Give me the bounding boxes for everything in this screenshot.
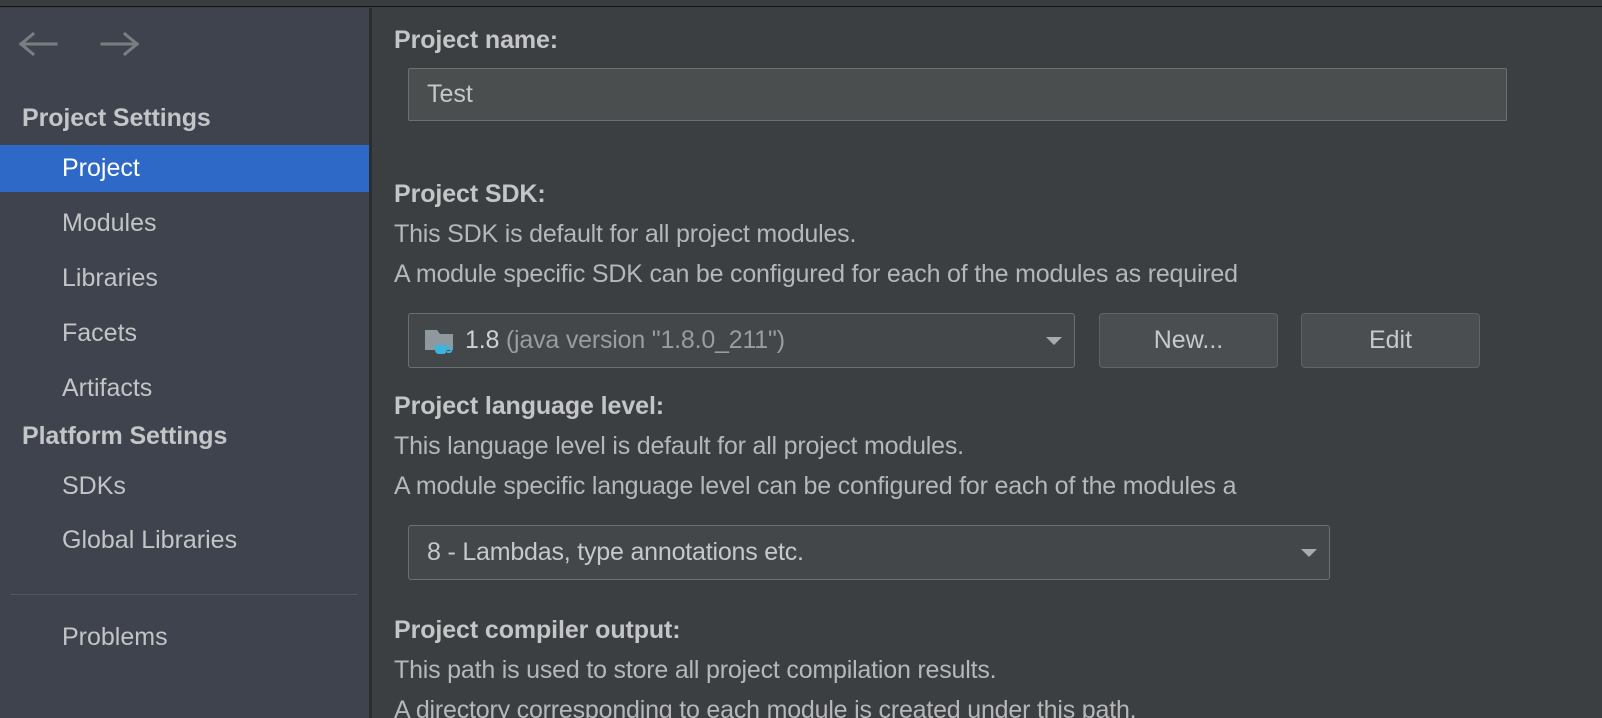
sidebar-item-project[interactable]: Project [0,145,369,192]
chevron-down-icon [1289,547,1329,559]
new-sdk-button[interactable]: New... [1099,313,1278,368]
project-sdk-description-line1: This SDK is default for all project modu… [394,220,857,248]
forward-button[interactable] [100,30,140,58]
sidebar-item-global-libraries[interactable]: Global Libraries [0,517,369,564]
compiler-output-description-line1: This path is used to store all project c… [394,656,997,684]
sidebar-item-label: Modules [62,209,157,237]
sidebar-item-label: Libraries [62,264,158,292]
window-top-chrome [0,0,1602,7]
arrow-right-icon [100,31,140,57]
sidebar-item-problems[interactable]: Problems [0,614,369,661]
settings-sidebar: Project Settings Project Modules Librari… [0,8,369,718]
sidebar-group-project-settings: Project Settings [22,104,211,132]
project-sdk-label: Project SDK: [394,180,546,208]
project-language-level-dropdown[interactable]: 8 - Lambdas, type annotations etc. [408,525,1330,580]
project-compiler-output-label: Project compiler output: [394,616,681,644]
project-settings-panel: Project name: Project SDK: This SDK is d… [372,8,1602,718]
project-sdk-description-line2: A module specific SDK can be configured … [394,260,1238,288]
edit-sdk-button[interactable]: Edit [1301,313,1480,368]
sidebar-item-libraries[interactable]: Libraries [0,255,369,302]
sidebar-separator [10,594,358,595]
sidebar-item-sdks[interactable]: SDKs [0,463,369,510]
language-level-description-line2: A module specific language level can be … [394,472,1237,500]
sidebar-item-label: SDKs [62,472,126,500]
navigation-arrows [18,30,140,58]
sidebar-item-label: Artifacts [62,374,153,402]
sidebar-item-facets[interactable]: Facets [0,310,369,357]
project-structure-dialog: Project Settings Project Modules Librari… [0,0,1602,718]
language-level-description-line1: This language level is default for all p… [394,432,964,460]
project-name-input[interactable] [408,68,1507,121]
project-name-label: Project name: [394,26,559,54]
arrow-left-icon [18,31,58,57]
project-sdk-java-version: (java version "1.8.0_211") [505,326,785,354]
sidebar-item-label: Facets [62,319,138,347]
chevron-down-icon [1034,335,1074,347]
sidebar-item-artifacts[interactable]: Artifacts [0,365,369,412]
sidebar-item-label: Problems [62,623,168,651]
project-language-level-label: Project language level: [394,392,665,420]
project-sdk-value: 1.8 (java version "1.8.0_211") [465,326,1034,355]
back-button[interactable] [18,30,58,58]
project-sdk-dropdown[interactable]: 1.8 (java version "1.8.0_211") [408,313,1075,368]
language-level-value: 8 - Lambdas, type annotations etc. [427,538,804,566]
project-sdk-version: 1.8 [465,326,500,354]
java-sdk-folder-icon [423,326,457,356]
sidebar-group-platform-settings: Platform Settings [22,422,228,450]
sidebar-item-modules[interactable]: Modules [0,200,369,247]
sidebar-item-label: Project [62,154,140,182]
sidebar-item-label: Global Libraries [62,526,238,554]
compiler-output-description-line2: A directory corresponding to each module… [394,696,1137,718]
